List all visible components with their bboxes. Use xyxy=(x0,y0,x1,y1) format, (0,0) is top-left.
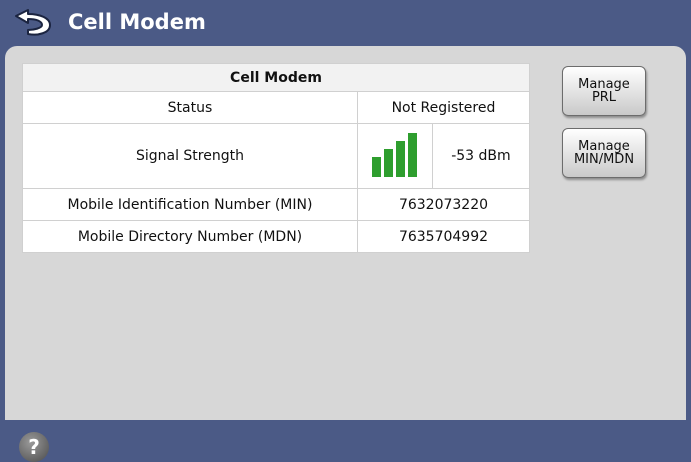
signal-strength-value: -53 dBm xyxy=(431,123,531,189)
page-title: Cell Modem xyxy=(68,10,206,34)
manage-min-mdn-button[interactable]: Manage MIN/MDN xyxy=(562,128,646,178)
manage-prl-label-line2: PRL xyxy=(591,90,617,105)
signal-strength-label: Signal Strength xyxy=(22,123,358,189)
manage-prl-button[interactable]: Manage PRL xyxy=(562,66,646,116)
signal-bar xyxy=(407,133,417,177)
content-panel: Cell Modem Status Not Registered Signal … xyxy=(5,46,686,462)
table-row: Mobile Directory Number (MDN) 7635704992 xyxy=(22,220,531,253)
manage-min-mdn-label-line2: MIN/MDN xyxy=(573,152,635,167)
table-heading: Cell Modem xyxy=(22,63,530,92)
help-button[interactable]: ? xyxy=(19,432,49,462)
signal-bar xyxy=(371,157,381,177)
back-arrow-icon xyxy=(15,9,51,36)
mdn-label: Mobile Directory Number (MDN) xyxy=(22,220,358,253)
status-value: Not Registered xyxy=(356,91,531,124)
table-row: Signal Strength -53 dBm xyxy=(22,123,531,189)
min-value: 7632073220 xyxy=(356,188,531,221)
signal-bars-icon xyxy=(371,133,417,177)
signal-bar xyxy=(395,141,405,177)
cell-modem-table: Cell Modem Status Not Registered Signal … xyxy=(22,63,531,253)
table-row: Mobile Identification Number (MIN) 76320… xyxy=(22,188,531,221)
signal-bars-cell xyxy=(356,123,433,189)
title-bar: Cell Modem xyxy=(0,0,691,45)
help-icon: ? xyxy=(28,435,40,459)
signal-bar xyxy=(383,149,393,177)
table-row: Status Not Registered xyxy=(22,91,531,124)
status-label: Status xyxy=(22,91,358,124)
min-label: Mobile Identification Number (MIN) xyxy=(22,188,358,221)
mdn-value: 7635704992 xyxy=(356,220,531,253)
back-button[interactable] xyxy=(6,6,60,40)
